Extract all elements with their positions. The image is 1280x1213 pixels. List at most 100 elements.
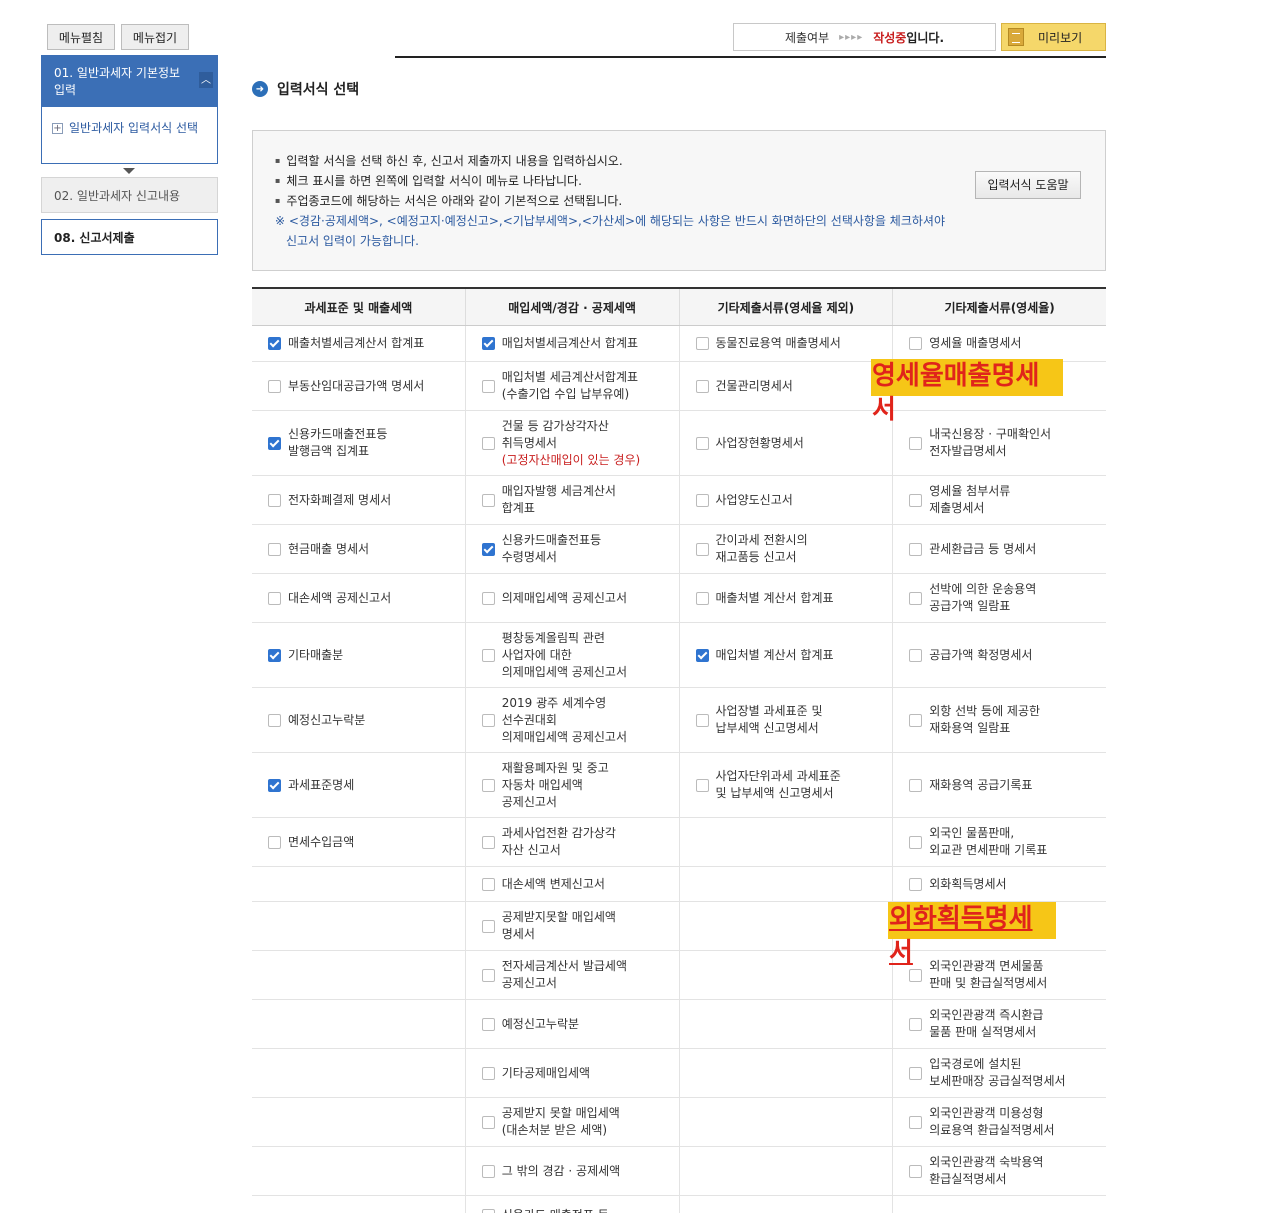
form-checkbox[interactable] [481, 835, 495, 849]
form-checkbox[interactable] [481, 379, 495, 393]
form-checkbox[interactable] [909, 1115, 923, 1129]
table-cell[interactable]: 사업장현황명세서 [680, 411, 894, 475]
form-checkbox[interactable] [268, 835, 281, 849]
form-checkbox[interactable] [481, 1164, 495, 1178]
table-cell[interactable]: 외국인관광객 면세물품 판매 및 환급실적명세서 [893, 951, 1106, 999]
form-checkbox[interactable] [909, 436, 923, 450]
table-cell[interactable]: 공급가액 확정명세서 [893, 623, 1106, 687]
form-checkbox[interactable] [268, 713, 281, 727]
form-checkbox[interactable] [481, 1115, 495, 1129]
form-checkbox[interactable] [481, 1017, 495, 1031]
form-checkbox[interactable] [909, 493, 923, 507]
table-cell[interactable]: 공제받지못할 매입세액 명세서 [466, 902, 680, 950]
table-cell[interactable]: 그 밖의 경감 · 공제세액 [466, 1147, 680, 1195]
form-checkbox[interactable] [909, 337, 923, 350]
table-cell[interactable]: 기타매출분 [252, 623, 466, 687]
form-help-button[interactable]: 입력서식 도움말 [975, 171, 1081, 199]
form-checkbox[interactable] [268, 591, 281, 605]
table-cell[interactable]: 과세사업전환 감가상각 자산 신고서 [466, 818, 680, 866]
table-cell[interactable]: 외국인관광객 숙박용역 환급실적명세서 [893, 1147, 1106, 1195]
form-checkbox[interactable] [481, 542, 495, 556]
table-cell[interactable]: 평창동계올림픽 관련 사업자에 대한 의제매입세액 공제신고서 [466, 623, 680, 687]
table-cell[interactable]: 외국인관광객 미용성형 의료용역 환급실적명세서 [893, 1098, 1106, 1146]
sidebar-item-step-2[interactable]: 02. 일반과세자 신고내용 [41, 177, 218, 213]
table-cell[interactable]: 건물관리명세서 [680, 362, 894, 410]
form-checkbox[interactable] [695, 493, 709, 507]
table-cell[interactable]: 선박에 의한 운송용역 공급가액 일람표 [893, 574, 1106, 622]
table-cell[interactable]: 간이과세 전환시의 재고품등 신고서 [680, 525, 894, 573]
form-checkbox[interactable] [695, 778, 709, 792]
table-cell[interactable]: 외국인 물품판매, 외교관 면세판매 기록표 [893, 818, 1106, 866]
table-cell[interactable]: 면세수입금액 [252, 818, 466, 866]
table-cell[interactable]: 기타공제매입세액 [466, 1049, 680, 1097]
form-checkbox[interactable] [909, 877, 923, 891]
form-checkbox[interactable] [268, 648, 281, 662]
table-cell[interactable]: 사업양도신고서 [680, 476, 894, 524]
table-cell[interactable]: 재화용역 공급기록표 [893, 753, 1106, 817]
menu-expand-button[interactable]: 메뉴펼침 [47, 24, 115, 50]
sidebar-item-input-form[interactable]: + 일반과세자 입력서식 선택 [42, 107, 217, 137]
form-checkbox[interactable] [268, 542, 281, 556]
table-cell[interactable]: 신용카드매출전표등 발행금액 집계표 [252, 411, 466, 475]
table-cell[interactable]: 매입자발행 세금계산서 합계표 [466, 476, 680, 524]
form-checkbox[interactable] [481, 877, 495, 891]
form-checkbox[interactable] [909, 1017, 923, 1031]
form-checkbox[interactable] [695, 436, 709, 450]
table-cell[interactable]: 예정신고누락분 [252, 688, 466, 752]
form-checkbox[interactable] [268, 778, 281, 792]
form-checkbox[interactable] [481, 591, 495, 605]
table-cell[interactable]: 매입처별세금계산서 합계표 [466, 326, 680, 361]
table-cell[interactable]: 매출처별세금계산서 합계표 [252, 326, 466, 361]
form-checkbox[interactable] [909, 648, 923, 662]
table-cell[interactable]: 동물진료용역 매출명세서 [680, 326, 894, 361]
table-cell[interactable]: 예정신고누락분 [466, 1000, 680, 1048]
form-checkbox[interactable] [481, 436, 495, 450]
table-cell[interactable]: 매입처별 세금계산서합계표 (수출기업 수입 납부유예) [466, 362, 680, 410]
table-cell[interactable]: 신용카드매출전표등 수령명세서 [466, 525, 680, 573]
chevron-up-icon[interactable]: ︿ [199, 72, 213, 88]
form-checkbox[interactable] [481, 648, 495, 662]
table-cell[interactable]: 2019 광주 세계수영 선수권대회 의제매입세액 공제신고서 [466, 688, 680, 752]
table-cell[interactable]: 재활용폐자원 및 중고 자동차 매입세액 공제신고서 [466, 753, 680, 817]
table-cell[interactable]: 매입처별 계산서 합계표 [680, 623, 894, 687]
table-cell[interactable]: 의제매입세액 공제신고서 [466, 574, 680, 622]
form-checkbox[interactable] [909, 968, 923, 982]
table-cell[interactable]: 내국신용장 · 구매확인서 전자발급명세서 [893, 411, 1106, 475]
form-checkbox[interactable] [481, 713, 495, 727]
form-checkbox[interactable] [695, 337, 709, 350]
table-cell[interactable]: 외국인관광객 즉시환급 물품 판매 실적명세서 [893, 1000, 1106, 1048]
form-checkbox[interactable] [481, 1066, 495, 1080]
form-checkbox[interactable] [268, 379, 281, 393]
table-cell[interactable]: 영세율 매출명세서 [893, 326, 1106, 361]
table-cell[interactable]: 사업장별 과세표준 및 납부세액 신고명세서 [680, 688, 894, 752]
form-checkbox[interactable] [481, 493, 495, 507]
menu-collapse-button[interactable]: 메뉴접기 [121, 24, 189, 50]
table-cell[interactable]: 부동산임대공급가액 명세서 [252, 362, 466, 410]
table-cell[interactable]: 건물 등 감가상각자산 취득명세서 (고정자산매입이 있는 경우) [466, 411, 680, 475]
table-cell[interactable]: 관세환급금 등 명세서 [893, 525, 1106, 573]
form-checkbox[interactable] [909, 542, 923, 556]
form-checkbox[interactable] [481, 778, 495, 792]
form-checkbox[interactable] [481, 337, 495, 350]
form-checkbox[interactable] [909, 1164, 923, 1178]
table-cell[interactable]: 신용카드 매출전표 등 [466, 1196, 680, 1213]
form-checkbox[interactable] [695, 542, 709, 556]
form-checkbox[interactable] [481, 968, 495, 982]
table-cell[interactable]: 과세표준명세 [252, 753, 466, 817]
form-checkbox[interactable] [268, 436, 281, 450]
form-checkbox[interactable] [481, 919, 495, 933]
table-cell[interactable]: 전자세금계산서 발급세액 공제신고서 [466, 951, 680, 999]
form-checkbox[interactable] [695, 713, 709, 727]
table-cell[interactable]: 현금매출 명세서 [252, 525, 466, 573]
table-cell[interactable]: 전자화폐결제 명세서 [252, 476, 466, 524]
form-checkbox[interactable] [268, 493, 281, 507]
form-checkbox[interactable] [909, 778, 923, 792]
table-cell[interactable]: 대손세액 공제신고서 [252, 574, 466, 622]
preview-button[interactable]: 미리보기 [1001, 23, 1106, 51]
table-cell[interactable]: 대손세액 변제신고서 [466, 867, 680, 901]
form-checkbox[interactable] [695, 648, 709, 662]
form-checkbox[interactable] [481, 1209, 495, 1213]
form-checkbox[interactable] [909, 1066, 923, 1080]
form-checkbox[interactable] [909, 835, 923, 849]
form-checkbox[interactable] [695, 591, 709, 605]
